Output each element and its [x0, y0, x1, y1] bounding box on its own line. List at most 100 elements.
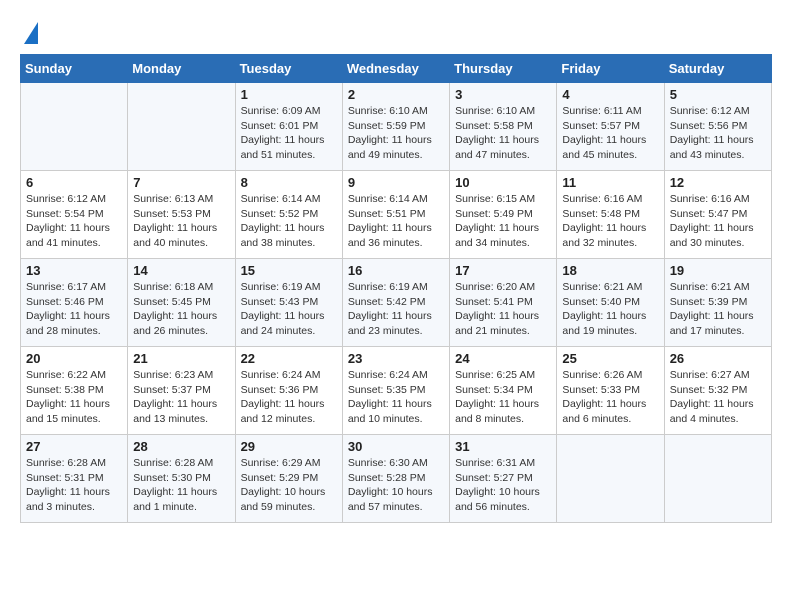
- calendar-cell: 16 Sunrise: 6:19 AM Sunset: 5:42 PM Dayli…: [342, 259, 449, 347]
- day-number: 8: [241, 175, 337, 190]
- day-info: Sunrise: 6:16 AM Sunset: 5:48 PM Dayligh…: [562, 192, 658, 251]
- calendar-cell: 31Sunrise: 6:31 AM Sunset: 5:27 PM Dayli…: [450, 435, 557, 523]
- calendar-cell: 3 Sunrise: 6:10 AM Sunset: 5:58 PM Daylig…: [450, 83, 557, 171]
- calendar-cell: 8 Sunrise: 6:14 AM Sunset: 5:52 PM Daylig…: [235, 171, 342, 259]
- calendar-cell: 11 Sunrise: 6:16 AM Sunset: 5:48 PM Dayli…: [557, 171, 664, 259]
- day-number: 7: [133, 175, 229, 190]
- day-number: 14: [133, 263, 229, 278]
- day-number: 30: [348, 439, 444, 454]
- calendar-cell: 10Sunrise: 6:15 AM Sunset: 5:49 PM Dayli…: [450, 171, 557, 259]
- day-info: Sunrise: 6:22 AM Sunset: 5:38 PM Dayligh…: [26, 368, 122, 427]
- day-of-week-header: Monday: [128, 55, 235, 83]
- day-of-week-header: Friday: [557, 55, 664, 83]
- day-info: Sunrise: 6:24 AM Sunset: 5:35 PM Dayligh…: [348, 368, 444, 427]
- day-info: Sunrise: 6:12 AM Sunset: 5:56 PM Dayligh…: [670, 104, 766, 163]
- calendar-cell: 12Sunrise: 6:16 AM Sunset: 5:47 PM Dayli…: [664, 171, 771, 259]
- day-info: Sunrise: 6:14 AM Sunset: 5:52 PM Dayligh…: [241, 192, 337, 251]
- day-info: Sunrise: 6:29 AM Sunset: 5:29 PM Dayligh…: [241, 456, 337, 515]
- calendar-cell: 7 Sunrise: 6:13 AM Sunset: 5:53 PM Daylig…: [128, 171, 235, 259]
- day-number: 16: [348, 263, 444, 278]
- day-info: Sunrise: 6:18 AM Sunset: 5:45 PM Dayligh…: [133, 280, 229, 339]
- day-number: 28: [133, 439, 229, 454]
- day-of-week-header: Wednesday: [342, 55, 449, 83]
- logo-triangle-icon: [24, 22, 38, 44]
- day-number: 6: [26, 175, 122, 190]
- day-info: Sunrise: 6:23 AM Sunset: 5:37 PM Dayligh…: [133, 368, 229, 427]
- calendar-cell: 20 Sunrise: 6:22 AM Sunset: 5:38 PM Dayli…: [21, 347, 128, 435]
- day-info: Sunrise: 6:17 AM Sunset: 5:46 PM Dayligh…: [26, 280, 122, 339]
- calendar-week-row: 27Sunrise: 6:28 AM Sunset: 5:31 PM Dayli…: [21, 435, 772, 523]
- calendar-cell: 4 Sunrise: 6:11 AM Sunset: 5:57 PM Daylig…: [557, 83, 664, 171]
- calendar-cell: 17 Sunrise: 6:20 AM Sunset: 5:41 PM Dayli…: [450, 259, 557, 347]
- calendar-cell: 2 Sunrise: 6:10 AM Sunset: 5:59 PM Daylig…: [342, 83, 449, 171]
- day-info: Sunrise: 6:10 AM Sunset: 5:58 PM Dayligh…: [455, 104, 551, 163]
- day-info: Sunrise: 6:19 AM Sunset: 5:43 PM Dayligh…: [241, 280, 337, 339]
- day-of-week-header: Saturday: [664, 55, 771, 83]
- page-header: [20, 20, 772, 44]
- day-info: Sunrise: 6:11 AM Sunset: 5:57 PM Dayligh…: [562, 104, 658, 163]
- calendar-cell: [557, 435, 664, 523]
- day-info: Sunrise: 6:26 AM Sunset: 5:33 PM Dayligh…: [562, 368, 658, 427]
- day-number: 23: [348, 351, 444, 366]
- day-number: 21: [133, 351, 229, 366]
- calendar-cell: 22 Sunrise: 6:24 AM Sunset: 5:36 PM Dayli…: [235, 347, 342, 435]
- day-number: 13: [26, 263, 122, 278]
- day-number: 22: [241, 351, 337, 366]
- day-info: Sunrise: 6:31 AM Sunset: 5:27 PM Dayligh…: [455, 456, 551, 515]
- day-number: 19: [670, 263, 766, 278]
- calendar-cell: 15 Sunrise: 6:19 AM Sunset: 5:43 PM Dayli…: [235, 259, 342, 347]
- day-number: 29: [241, 439, 337, 454]
- day-number: 18: [562, 263, 658, 278]
- day-number: 3: [455, 87, 551, 102]
- calendar-week-row: 20 Sunrise: 6:22 AM Sunset: 5:38 PM Dayli…: [21, 347, 772, 435]
- day-info: Sunrise: 6:25 AM Sunset: 5:34 PM Dayligh…: [455, 368, 551, 427]
- day-info: Sunrise: 6:14 AM Sunset: 5:51 PM Dayligh…: [348, 192, 444, 251]
- day-info: Sunrise: 6:15 AM Sunset: 5:49 PM Dayligh…: [455, 192, 551, 251]
- day-info: Sunrise: 6:20 AM Sunset: 5:41 PM Dayligh…: [455, 280, 551, 339]
- calendar-cell: 23 Sunrise: 6:24 AM Sunset: 5:35 PM Dayli…: [342, 347, 449, 435]
- day-info: Sunrise: 6:19 AM Sunset: 5:42 PM Dayligh…: [348, 280, 444, 339]
- calendar-cell: [664, 435, 771, 523]
- day-info: Sunrise: 6:28 AM Sunset: 5:30 PM Dayligh…: [133, 456, 229, 515]
- calendar-cell: 25 Sunrise: 6:26 AM Sunset: 5:33 PM Dayli…: [557, 347, 664, 435]
- day-info: Sunrise: 6:13 AM Sunset: 5:53 PM Dayligh…: [133, 192, 229, 251]
- calendar-cell: 5Sunrise: 6:12 AM Sunset: 5:56 PM Daylig…: [664, 83, 771, 171]
- day-number: 11: [562, 175, 658, 190]
- day-number: 27: [26, 439, 122, 454]
- day-info: Sunrise: 6:10 AM Sunset: 5:59 PM Dayligh…: [348, 104, 444, 163]
- day-of-week-header: Tuesday: [235, 55, 342, 83]
- day-number: 24: [455, 351, 551, 366]
- calendar-week-row: 13 Sunrise: 6:17 AM Sunset: 5:46 PM Dayli…: [21, 259, 772, 347]
- day-number: 17: [455, 263, 551, 278]
- calendar-cell: 28 Sunrise: 6:28 AM Sunset: 5:30 PM Dayli…: [128, 435, 235, 523]
- calendar-cell: [21, 83, 128, 171]
- calendar-cell: 9 Sunrise: 6:14 AM Sunset: 5:51 PM Daylig…: [342, 171, 449, 259]
- day-number: 15: [241, 263, 337, 278]
- day-info: Sunrise: 6:09 AM Sunset: 6:01 PM Dayligh…: [241, 104, 337, 163]
- day-number: 2: [348, 87, 444, 102]
- logo: [20, 20, 38, 44]
- calendar-week-row: 1 Sunrise: 6:09 AM Sunset: 6:01 PM Daylig…: [21, 83, 772, 171]
- calendar-cell: 26Sunrise: 6:27 AM Sunset: 5:32 PM Dayli…: [664, 347, 771, 435]
- day-info: Sunrise: 6:12 AM Sunset: 5:54 PM Dayligh…: [26, 192, 122, 251]
- day-number: 4: [562, 87, 658, 102]
- calendar-header-row: SundayMondayTuesdayWednesdayThursdayFrid…: [21, 55, 772, 83]
- day-number: 9: [348, 175, 444, 190]
- day-number: 20: [26, 351, 122, 366]
- calendar-cell: 18Sunrise: 6:21 AM Sunset: 5:40 PM Dayli…: [557, 259, 664, 347]
- day-info: Sunrise: 6:21 AM Sunset: 5:39 PM Dayligh…: [670, 280, 766, 339]
- calendar-cell: 14 Sunrise: 6:18 AM Sunset: 5:45 PM Dayli…: [128, 259, 235, 347]
- calendar-cell: 13 Sunrise: 6:17 AM Sunset: 5:46 PM Dayli…: [21, 259, 128, 347]
- day-number: 25: [562, 351, 658, 366]
- day-of-week-header: Sunday: [21, 55, 128, 83]
- calendar-cell: 24 Sunrise: 6:25 AM Sunset: 5:34 PM Dayli…: [450, 347, 557, 435]
- calendar-cell: 19 Sunrise: 6:21 AM Sunset: 5:39 PM Dayli…: [664, 259, 771, 347]
- calendar-cell: [128, 83, 235, 171]
- day-number: 1: [241, 87, 337, 102]
- calendar-cell: 29 Sunrise: 6:29 AM Sunset: 5:29 PM Dayli…: [235, 435, 342, 523]
- calendar-cell: 6 Sunrise: 6:12 AM Sunset: 5:54 PM Daylig…: [21, 171, 128, 259]
- day-info: Sunrise: 6:30 AM Sunset: 5:28 PM Dayligh…: [348, 456, 444, 515]
- day-info: Sunrise: 6:24 AM Sunset: 5:36 PM Dayligh…: [241, 368, 337, 427]
- calendar-week-row: 6 Sunrise: 6:12 AM Sunset: 5:54 PM Daylig…: [21, 171, 772, 259]
- calendar-cell: 27Sunrise: 6:28 AM Sunset: 5:31 PM Dayli…: [21, 435, 128, 523]
